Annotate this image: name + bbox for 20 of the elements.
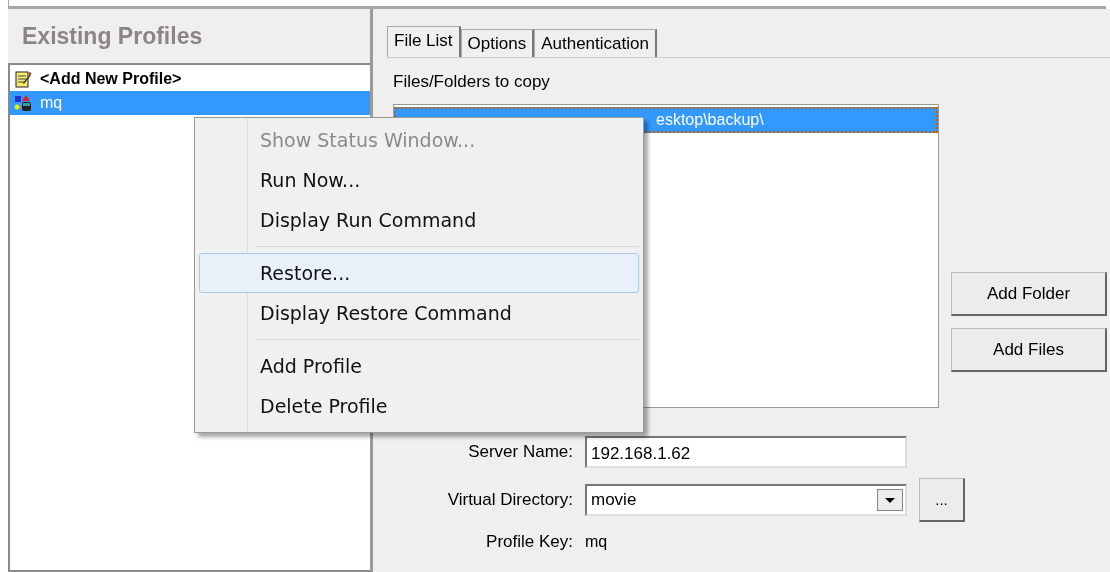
field-label: Profile Key:	[485, 532, 573, 552]
field-label: Server Name:	[467, 442, 573, 462]
profile-key-value: mq	[585, 533, 609, 551]
directory-dropdown[interactable]: movie	[585, 484, 907, 516]
profile-icon	[14, 94, 32, 112]
field-label: Virtual Directory:	[446, 490, 573, 510]
add-button[interactable]: Add Files	[951, 328, 1107, 372]
tab[interactable]: Authentication	[534, 29, 657, 57]
add-button[interactable]: Add Folder	[951, 272, 1107, 316]
profile-item[interactable]: <Add New Profile>	[10, 67, 370, 91]
section-label: Files/Folders to copy	[393, 72, 551, 92]
browse-button[interactable]: ...	[919, 478, 965, 522]
profile-name: mq	[40, 94, 63, 112]
profile-name: <Add New Profile>	[40, 70, 182, 88]
tab[interactable]: Options	[460, 29, 535, 57]
menu-item[interactable]: Restore...	[199, 253, 639, 293]
server-name-field[interactable]: 192.168.1.62	[585, 436, 907, 468]
panel-header: Existing Profiles	[21, 21, 204, 51]
notepad-icon	[14, 70, 32, 88]
tab[interactable]: File List	[387, 26, 461, 57]
